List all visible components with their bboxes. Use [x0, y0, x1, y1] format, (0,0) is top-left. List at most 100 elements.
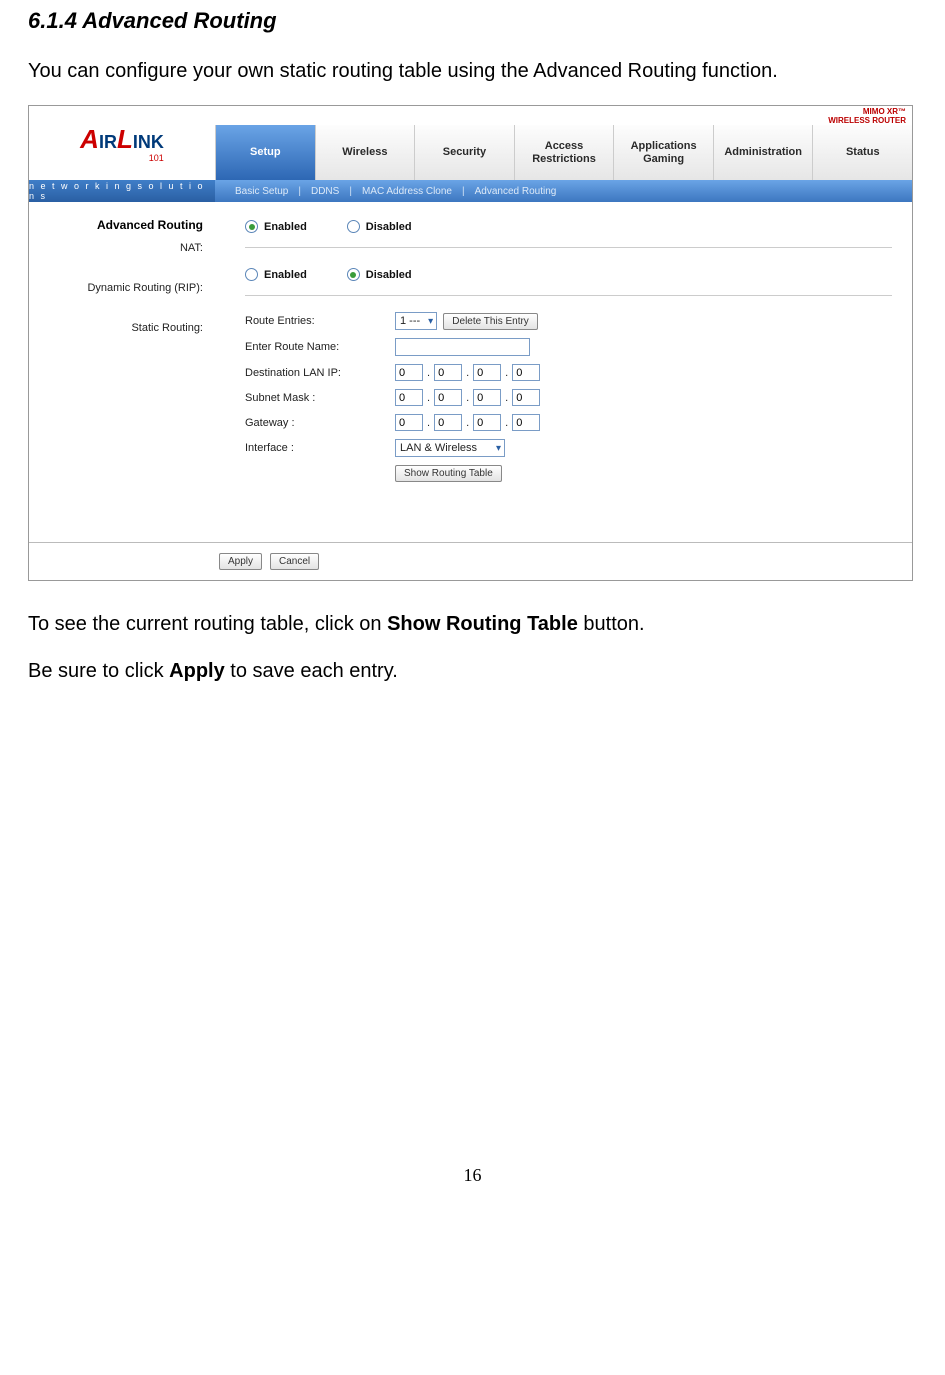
- logo-area: AIRLINK 101: [29, 106, 215, 180]
- subnet-label: Subnet Mask :: [245, 392, 395, 404]
- ip-octet-input[interactable]: [473, 364, 501, 381]
- dest-ip-input-group: . . .: [395, 364, 540, 381]
- subnav-advanced-routing[interactable]: Advanced Routing: [465, 186, 567, 197]
- radio-dot-icon: [347, 220, 360, 233]
- radio-label: Enabled: [264, 269, 307, 281]
- ip-octet-input[interactable]: [395, 364, 423, 381]
- section-heading: 6.1.4 Advanced Routing: [28, 8, 917, 34]
- interface-label: Interface :: [245, 442, 395, 454]
- bold-show-routing-table: Show Routing Table: [387, 613, 578, 635]
- route-entries-label: Route Entries:: [245, 315, 395, 327]
- ip-octet-input[interactable]: [473, 414, 501, 431]
- ip-octet-input[interactable]: [512, 414, 540, 431]
- gateway-label: Gateway :: [245, 417, 395, 429]
- ip-dot: .: [427, 367, 430, 379]
- radio-dot-icon: [245, 268, 258, 281]
- rip-enabled-radio[interactable]: Enabled: [245, 268, 307, 281]
- apply-button[interactable]: Apply: [219, 553, 262, 570]
- text-fragment: Be sure to click: [28, 660, 169, 682]
- tab-setup[interactable]: Setup: [215, 125, 315, 180]
- ip-octet-input[interactable]: [434, 364, 462, 381]
- text-fragment: To see the current routing table, click …: [28, 613, 387, 635]
- ip-dot: .: [505, 417, 508, 429]
- show-routing-table-button[interactable]: Show Routing Table: [395, 465, 502, 482]
- nat-disabled-radio[interactable]: Disabled: [347, 220, 412, 233]
- text-fragment: to save each entry.: [225, 660, 398, 682]
- content-panel: Enabled Disabled Enabled Disabled Ro: [215, 202, 912, 542]
- sidebar-label-rip: Dynamic Routing (RIP):: [29, 282, 203, 294]
- logo-letters-ir: IR: [99, 132, 117, 152]
- config-body: Advanced Routing NAT: Dynamic Routing (R…: [29, 202, 912, 542]
- route-entries-select[interactable]: 1 ---: [395, 312, 437, 330]
- brand-tagline: n e t w o r k i n g s o l u t i o n s: [29, 180, 215, 202]
- dest-ip-row: Destination LAN IP: . . .: [245, 364, 892, 381]
- tab-administration[interactable]: Administration: [713, 125, 813, 180]
- ip-dot: .: [466, 392, 469, 404]
- ip-octet-input[interactable]: [395, 389, 423, 406]
- radio-dot-icon: [347, 268, 360, 281]
- para-apply: Be sure to click Apply to save each entr…: [28, 658, 917, 685]
- sidebar-label-nat: NAT:: [29, 242, 203, 254]
- dest-ip-label: Destination LAN IP:: [245, 367, 395, 379]
- subnet-input-group: . . .: [395, 389, 540, 406]
- ip-octet-input[interactable]: [434, 414, 462, 431]
- tab-applications-gaming[interactable]: Applications Gaming: [613, 125, 713, 180]
- ip-octet-input[interactable]: [434, 389, 462, 406]
- ip-octet-input[interactable]: [395, 414, 423, 431]
- interface-row: Interface : LAN & Wireless: [245, 439, 892, 457]
- rip-row: Enabled Disabled: [245, 264, 892, 296]
- sidebar-label-static: Static Routing:: [29, 322, 203, 334]
- tab-security[interactable]: Security: [414, 125, 514, 180]
- logo-letter-a: A: [80, 124, 99, 154]
- interface-select[interactable]: LAN & Wireless: [395, 439, 505, 457]
- text-fragment: button.: [578, 613, 645, 635]
- radio-label: Enabled: [264, 221, 307, 233]
- subnav-ddns[interactable]: DDNS: [301, 186, 349, 197]
- router-admin-screenshot: MIMO XR™ WIRELESS ROUTER AIRLINK 101 Set…: [28, 105, 913, 581]
- badge-line2: WIRELESS ROUTER: [828, 116, 906, 125]
- cancel-button[interactable]: Cancel: [270, 553, 319, 570]
- tab-status[interactable]: Status: [812, 125, 912, 180]
- para-routing-table: To see the current routing table, click …: [28, 611, 917, 638]
- sidebar: Advanced Routing NAT: Dynamic Routing (R…: [29, 202, 215, 542]
- nat-enabled-radio[interactable]: Enabled: [245, 220, 307, 233]
- route-name-input[interactable]: [395, 338, 530, 356]
- sub-nav: Basic Setup | DDNS | MAC Address Clone |…: [215, 180, 912, 202]
- subnet-row: Subnet Mask : . . .: [245, 389, 892, 406]
- delete-entry-button[interactable]: Delete This Entry: [443, 313, 538, 330]
- radio-label: Disabled: [366, 269, 412, 281]
- ip-dot: .: [466, 367, 469, 379]
- route-name-label: Enter Route Name:: [245, 341, 395, 353]
- rip-disabled-radio[interactable]: Disabled: [347, 268, 412, 281]
- tab-access-restrictions[interactable]: Access Restrictions: [514, 125, 614, 180]
- footer-buttons: Apply Cancel: [29, 542, 912, 580]
- main-tabs: Setup Wireless Security Access Restricti…: [215, 106, 912, 180]
- logo-letter-l: L: [117, 124, 133, 154]
- product-badge: MIMO XR™ WIRELESS ROUTER: [828, 108, 906, 126]
- ip-dot: .: [466, 417, 469, 429]
- route-name-row: Enter Route Name:: [245, 338, 892, 356]
- page-number: 16: [28, 1165, 917, 1186]
- ip-dot: .: [427, 417, 430, 429]
- nat-row: Enabled Disabled: [245, 216, 892, 248]
- ip-dot: .: [505, 367, 508, 379]
- radio-dot-icon: [245, 220, 258, 233]
- ip-octet-input[interactable]: [473, 389, 501, 406]
- gateway-row: Gateway : . . .: [245, 414, 892, 431]
- bold-apply: Apply: [169, 660, 225, 682]
- ip-dot: .: [427, 392, 430, 404]
- badge-line1: MIMO XR™: [863, 107, 906, 116]
- route-entries-row: Route Entries: 1 --- Delete This Entry: [245, 312, 892, 330]
- subnav-basic-setup[interactable]: Basic Setup: [225, 186, 298, 197]
- ip-octet-input[interactable]: [512, 364, 540, 381]
- top-bar: AIRLINK 101 Setup Wireless Security Acce…: [29, 106, 912, 180]
- logo-sub: 101: [80, 153, 164, 163]
- ip-octet-input[interactable]: [512, 389, 540, 406]
- sidebar-title: Advanced Routing: [29, 218, 203, 232]
- subnav-mac-clone[interactable]: MAC Address Clone: [352, 186, 462, 197]
- gateway-input-group: . . .: [395, 414, 540, 431]
- intro-text: You can configure your own static routin…: [28, 58, 917, 85]
- radio-label: Disabled: [366, 221, 412, 233]
- tab-wireless[interactable]: Wireless: [315, 125, 415, 180]
- ip-dot: .: [505, 392, 508, 404]
